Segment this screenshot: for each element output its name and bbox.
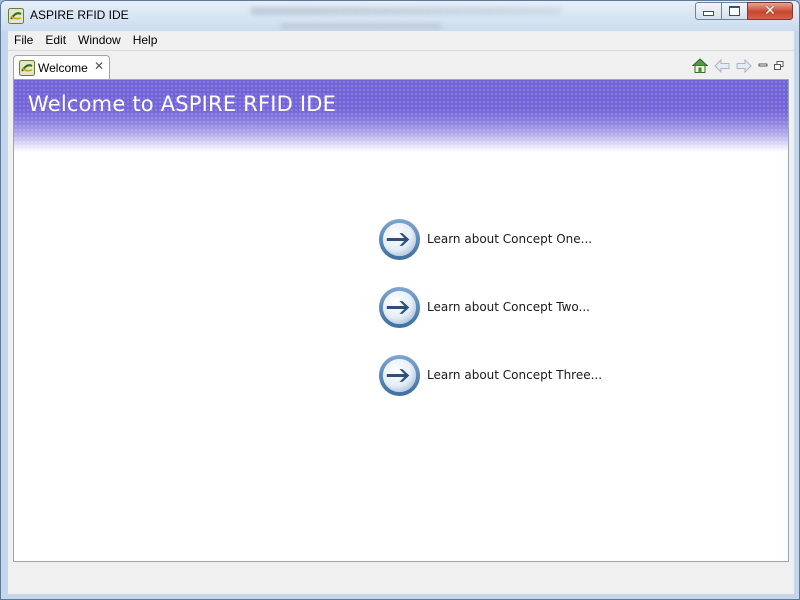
background-blur bbox=[251, 7, 561, 15]
menu-bar: File Edit Window Help bbox=[8, 31, 794, 51]
window-title: ASPIRE RFID IDE bbox=[30, 8, 129, 22]
close-button[interactable]: ✕ bbox=[747, 2, 793, 20]
welcome-page: Welcome to ASPIRE RFID IDE Learn about C… bbox=[13, 79, 789, 562]
menu-window[interactable]: Window bbox=[72, 31, 127, 50]
welcome-toolbar bbox=[687, 57, 785, 75]
link-concept-two[interactable]: Learn about Concept Two... bbox=[377, 285, 617, 331]
menu-help[interactable]: Help bbox=[127, 31, 164, 50]
editor-tab-bar: Welcome ✕ bbox=[13, 55, 789, 81]
workbench-area: Welcome ✕ Welcome to ASPIRE RFID IDE Lea… bbox=[8, 51, 794, 594]
aspire-app-icon bbox=[8, 8, 24, 24]
menu-edit[interactable]: Edit bbox=[39, 31, 72, 50]
link-label[interactable]: Learn about Concept Three... bbox=[427, 368, 602, 382]
maximize-view-button[interactable] bbox=[773, 57, 785, 75]
link-label[interactable]: Learn about Concept Two... bbox=[427, 300, 590, 314]
tab-welcome[interactable]: Welcome ✕ bbox=[13, 55, 110, 79]
maximize-view-icon bbox=[774, 61, 784, 70]
minimize-icon bbox=[703, 11, 714, 16]
link-label[interactable]: Learn about Concept One... bbox=[427, 232, 592, 246]
back-button[interactable] bbox=[713, 57, 731, 75]
forward-arrow-icon bbox=[736, 59, 752, 73]
aspire-app-icon bbox=[19, 60, 35, 76]
app-window: ASPIRE RFID IDE ✕ File Edit Window Help bbox=[0, 0, 800, 600]
tab-close-icon[interactable]: ✕ bbox=[94, 59, 104, 73]
window-controls: ✕ bbox=[695, 2, 793, 20]
close-icon: ✕ bbox=[764, 3, 776, 19]
arrow-circle-icon bbox=[378, 354, 421, 397]
tab-label: Welcome bbox=[38, 61, 88, 75]
link-concept-one[interactable]: Learn about Concept One... bbox=[377, 217, 617, 263]
welcome-banner: Welcome to ASPIRE RFID IDE bbox=[14, 80, 788, 152]
minimize-view-icon bbox=[758, 63, 768, 67]
home-button[interactable] bbox=[691, 57, 709, 75]
forward-button[interactable] bbox=[735, 57, 753, 75]
maximize-icon bbox=[729, 6, 740, 16]
title-bar[interactable]: ASPIRE RFID IDE ✕ bbox=[1, 1, 799, 30]
link-concept-three[interactable]: Learn about Concept Three... bbox=[377, 353, 617, 399]
menu-file[interactable]: File bbox=[8, 31, 39, 50]
arrow-circle-icon bbox=[378, 218, 421, 261]
minimize-view-button[interactable] bbox=[757, 57, 769, 75]
arrow-circle-icon bbox=[378, 286, 421, 329]
page-title: Welcome to ASPIRE RFID IDE bbox=[28, 92, 337, 116]
status-bar bbox=[8, 567, 794, 594]
home-icon bbox=[692, 58, 708, 73]
maximize-button[interactable] bbox=[721, 2, 748, 20]
minimize-button[interactable] bbox=[695, 2, 722, 20]
back-arrow-icon bbox=[714, 59, 730, 73]
background-blur bbox=[281, 23, 441, 29]
